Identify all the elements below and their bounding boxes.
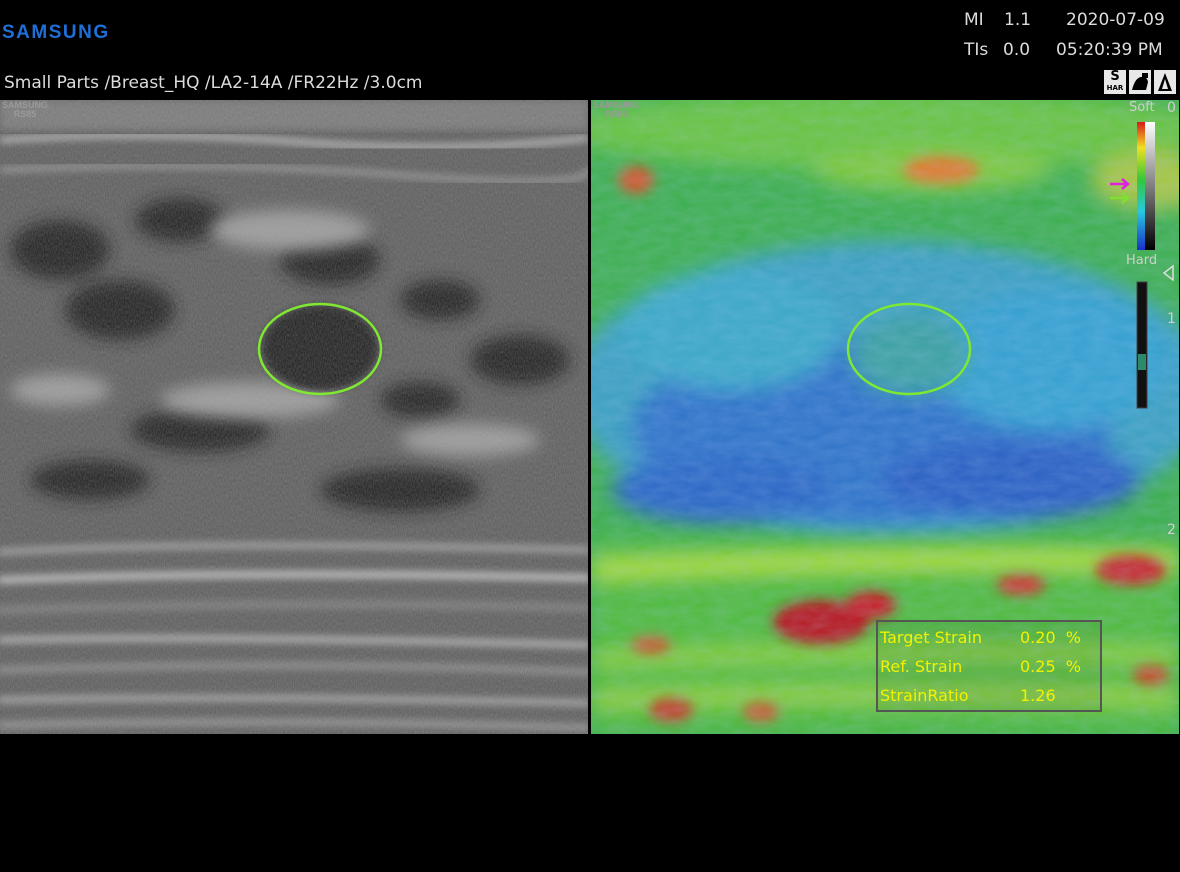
probe-icon-graphic	[1132, 73, 1148, 90]
strain-readout-box: Target Strain 0.20 % Ref. Strain 0.25 % …	[876, 620, 1102, 712]
soft-arrow-marker	[1110, 178, 1130, 190]
scale-soft-label: Soft	[1129, 100, 1155, 115]
s-har-sublabel: HAR	[1106, 84, 1124, 92]
mi-value: 1.1	[1004, 10, 1032, 30]
exam-date: 2020-07-09	[1066, 10, 1165, 30]
strain-ratio-value: 1.26	[1020, 686, 1056, 705]
bmode-image[interactable]: SAMSUNG RS85	[0, 100, 588, 734]
scale-hard-label: Hard	[1126, 253, 1158, 268]
marker-icon-graphic	[1158, 73, 1172, 91]
ref-strain-label: Ref. Strain	[880, 657, 963, 676]
watermark-right-line2: RS85	[604, 109, 628, 119]
depth-mark-0: 0	[1167, 100, 1176, 116]
tis-label: TIs	[964, 40, 989, 60]
samsung-logo: SAMSUNG	[2, 22, 110, 43]
watermark-left: SAMSUNG RS85	[2, 101, 48, 119]
watermark-right: SAMSUNG RS85	[593, 101, 639, 119]
hard-arrow-marker	[1110, 192, 1130, 204]
s-har-button[interactable]: S HAR	[1104, 70, 1126, 94]
probe-icon[interactable]	[1129, 70, 1151, 94]
watermark-left-line2: RS85	[13, 109, 37, 119]
depth-mark-2: 2	[1167, 522, 1176, 538]
preset-info: Small Parts /Breast_HQ /LA2-14A /FR22Hz …	[4, 73, 423, 93]
s-har-label: S	[1110, 69, 1120, 84]
exam-time: 05:20:39 PM	[1056, 40, 1163, 60]
strain-ratio-label: StrainRatio	[880, 686, 969, 705]
marker-icon[interactable]	[1154, 70, 1176, 94]
target-strain-value: 0.20 %	[1020, 628, 1081, 647]
tis-value: 0.0	[1003, 40, 1031, 60]
depth-mark-1: 1	[1167, 311, 1176, 327]
depth-pointer-icon	[1162, 264, 1174, 282]
bmode-graphic	[0, 100, 588, 734]
mi-label: MI	[964, 10, 984, 30]
target-strain-label: Target Strain	[880, 628, 982, 647]
elasto-colorbar	[1110, 122, 1174, 409]
ref-strain-value: 0.25 %	[1020, 657, 1081, 676]
